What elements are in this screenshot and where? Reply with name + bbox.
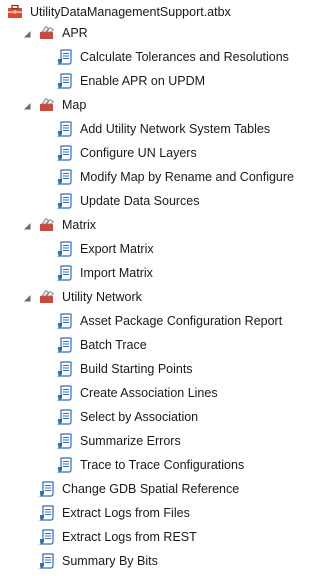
script-tool-icon bbox=[56, 312, 74, 330]
tool-item[interactable]: Build Starting Points bbox=[0, 357, 314, 381]
tool-label: Change GDB Spatial Reference bbox=[62, 482, 240, 496]
tool-item[interactable]: Summary By Bits bbox=[0, 549, 314, 573]
script-tool-icon bbox=[56, 240, 74, 258]
script-tool-icon bbox=[56, 120, 74, 138]
tool-label: Summarize Errors bbox=[80, 434, 181, 448]
toolset-matrix[interactable]: Matrix bbox=[0, 213, 314, 237]
toolset-icon bbox=[38, 24, 56, 42]
script-tool-icon bbox=[56, 48, 74, 66]
script-tool-icon bbox=[56, 144, 74, 162]
script-tool-icon bbox=[56, 432, 74, 450]
script-tool-icon bbox=[38, 504, 56, 522]
toolbox-icon bbox=[6, 3, 24, 21]
tool-item[interactable]: Batch Trace bbox=[0, 333, 314, 357]
tool-label: Summary By Bits bbox=[62, 554, 158, 568]
toolset-label: Matrix bbox=[62, 218, 97, 232]
chevron-down-icon[interactable] bbox=[22, 100, 32, 110]
chevron-down-icon[interactable] bbox=[22, 220, 32, 230]
tool-item[interactable]: Calculate Tolerances and Resolutions bbox=[0, 45, 314, 69]
script-tool-icon bbox=[56, 168, 74, 186]
tool-item[interactable]: Select by Association bbox=[0, 405, 314, 429]
tool-item[interactable]: Import Matrix bbox=[0, 261, 314, 285]
toolset-icon bbox=[38, 96, 56, 114]
chevron-down-icon[interactable] bbox=[22, 28, 32, 38]
script-tool-icon bbox=[38, 528, 56, 546]
script-tool-icon bbox=[56, 336, 74, 354]
tool-label: Update Data Sources bbox=[80, 194, 200, 208]
script-tool-icon bbox=[56, 192, 74, 210]
tool-item[interactable]: Update Data Sources bbox=[0, 189, 314, 213]
tool-label: Import Matrix bbox=[80, 266, 153, 280]
tool-label: Trace to Trace Configurations bbox=[80, 458, 245, 472]
script-tool-icon bbox=[56, 360, 74, 378]
tool-label: Calculate Tolerances and Resolutions bbox=[80, 50, 289, 64]
tool-label: Asset Package Configuration Report bbox=[80, 314, 283, 328]
tool-label: Build Starting Points bbox=[80, 362, 193, 376]
toolset-map[interactable]: Map bbox=[0, 93, 314, 117]
toolbox-name: UtilityDataManagementSupport.atbx bbox=[30, 5, 231, 19]
tool-item[interactable]: Create Association Lines bbox=[0, 381, 314, 405]
tool-item[interactable]: Enable APR on UPDM bbox=[0, 69, 314, 93]
script-tool-icon bbox=[56, 408, 74, 426]
tool-item[interactable]: Asset Package Configuration Report bbox=[0, 309, 314, 333]
tool-item[interactable]: Modify Map by Rename and Configure bbox=[0, 165, 314, 189]
tool-item[interactable]: Summarize Errors bbox=[0, 429, 314, 453]
tool-item[interactable]: Add Utility Network System Tables bbox=[0, 117, 314, 141]
tool-label: Extract Logs from REST bbox=[62, 530, 197, 544]
script-tool-icon bbox=[38, 552, 56, 570]
script-tool-icon bbox=[56, 72, 74, 90]
script-tool-icon bbox=[56, 384, 74, 402]
tool-item[interactable]: Configure UN Layers bbox=[0, 141, 314, 165]
script-tool-icon bbox=[56, 456, 74, 474]
tool-item[interactable]: Extract Logs from REST bbox=[0, 525, 314, 549]
tool-item[interactable]: Extract Logs from Files bbox=[0, 501, 314, 525]
tool-label: Create Association Lines bbox=[80, 386, 218, 400]
toolset-utility-network[interactable]: Utility Network bbox=[0, 285, 314, 309]
toolset-label: Utility Network bbox=[62, 290, 142, 304]
tool-label: Modify Map by Rename and Configure bbox=[80, 170, 295, 184]
tool-label: Enable APR on UPDM bbox=[80, 74, 206, 88]
tool-item[interactable]: Change GDB Spatial Reference bbox=[0, 477, 314, 501]
toolset-label: APR bbox=[62, 26, 88, 40]
tool-label: Batch Trace bbox=[80, 338, 147, 352]
tool-label: Extract Logs from Files bbox=[62, 506, 190, 520]
tool-label: Add Utility Network System Tables bbox=[80, 122, 271, 136]
toolset-icon bbox=[38, 288, 56, 306]
catalog-tree: UtilityDataManagementSupport.atbx APR Ca… bbox=[0, 0, 314, 576]
tool-item[interactable]: Trace to Trace Configurations bbox=[0, 453, 314, 477]
tool-item[interactable]: Export Matrix bbox=[0, 237, 314, 261]
tool-label: Export Matrix bbox=[80, 242, 154, 256]
toolset-label: Map bbox=[62, 98, 87, 112]
tool-label: Select by Association bbox=[80, 410, 199, 424]
script-tool-icon bbox=[38, 480, 56, 498]
toolset-icon bbox=[38, 216, 56, 234]
chevron-down-icon[interactable] bbox=[22, 292, 32, 302]
tool-label: Configure UN Layers bbox=[80, 146, 197, 160]
script-tool-icon bbox=[56, 264, 74, 282]
toolset-apr[interactable]: APR bbox=[0, 21, 314, 45]
